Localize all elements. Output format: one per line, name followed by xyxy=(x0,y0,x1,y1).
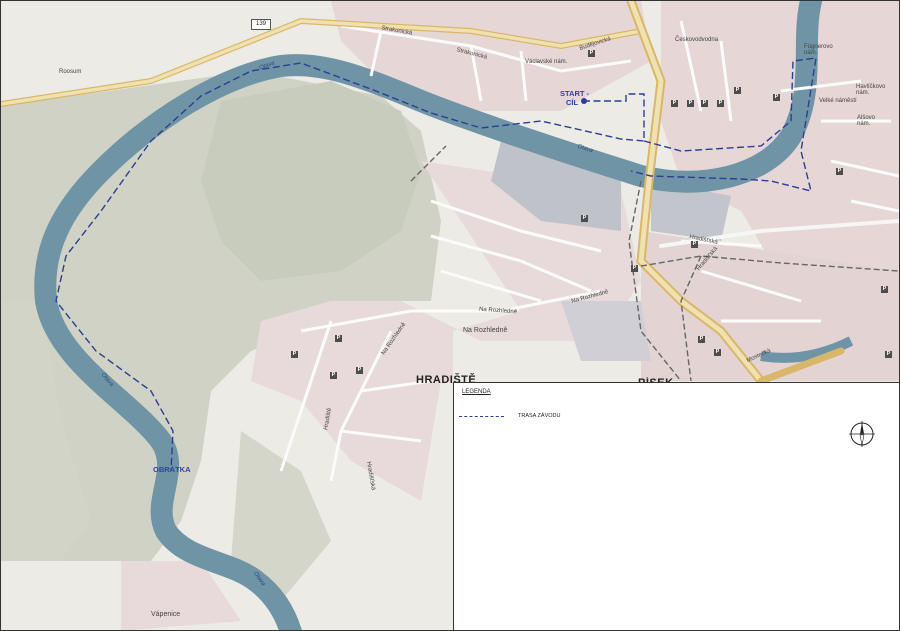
parking-icon[interactable]: P xyxy=(291,351,298,358)
map-frame: 139 Roosum Strakonická Strakonická Buděj… xyxy=(0,0,900,631)
parking-icon[interactable]: P xyxy=(773,94,780,101)
parking-icon[interactable]: P xyxy=(701,100,708,107)
finish-label: CÍL xyxy=(566,98,579,107)
legend-item-route: TRASA ZÁVODU xyxy=(459,412,659,422)
square-label: Václavské nám. xyxy=(525,59,568,65)
parking-icon[interactable]: P xyxy=(335,335,342,342)
parking-icon[interactable]: P xyxy=(581,215,588,222)
parking-icon[interactable]: P xyxy=(687,100,694,107)
legend-panel: LEGENDA TRASA ZÁVODU xyxy=(453,382,899,630)
parking-icon[interactable]: P xyxy=(714,349,721,356)
turnaround-label: OBRÁTKA xyxy=(153,465,191,474)
parking-icon[interactable]: P xyxy=(671,100,678,107)
parking-icon[interactable]: P xyxy=(885,351,892,358)
parking-icon[interactable]: P xyxy=(717,100,724,107)
legend-item-label: TRASA ZÁVODU xyxy=(518,413,561,419)
parking-icon[interactable]: P xyxy=(356,367,363,374)
square-label: Havlíčkovo nám. xyxy=(856,84,886,96)
square-label: Velké náměstí xyxy=(819,98,857,104)
parking-icon[interactable]: P xyxy=(698,336,705,343)
square-label: Alšovo nám. xyxy=(857,115,876,127)
dashed-line-icon xyxy=(459,416,504,417)
compass-icon xyxy=(849,421,875,447)
parking-icon[interactable]: P xyxy=(734,87,741,94)
parking-icon[interactable]: P xyxy=(881,286,888,293)
road-number-shield: 139 xyxy=(251,19,271,30)
start-point xyxy=(581,98,587,104)
street-label: Na Rozhledně xyxy=(463,327,508,334)
parking-icon[interactable]: P xyxy=(691,241,698,248)
parking-icon[interactable]: P xyxy=(330,372,337,379)
street-label: Českovodvodna xyxy=(675,37,719,43)
place-label: Vápenice xyxy=(151,611,181,618)
start-label: START - xyxy=(560,89,590,98)
parking-icon[interactable]: P xyxy=(631,265,638,272)
place-label: Roosum xyxy=(59,69,82,75)
legend-title: LEGENDA xyxy=(462,389,491,395)
parking-icon[interactable]: P xyxy=(836,168,843,175)
square-label: Fügnerovo nám. xyxy=(804,44,833,56)
parking-icon[interactable]: P xyxy=(588,50,595,57)
